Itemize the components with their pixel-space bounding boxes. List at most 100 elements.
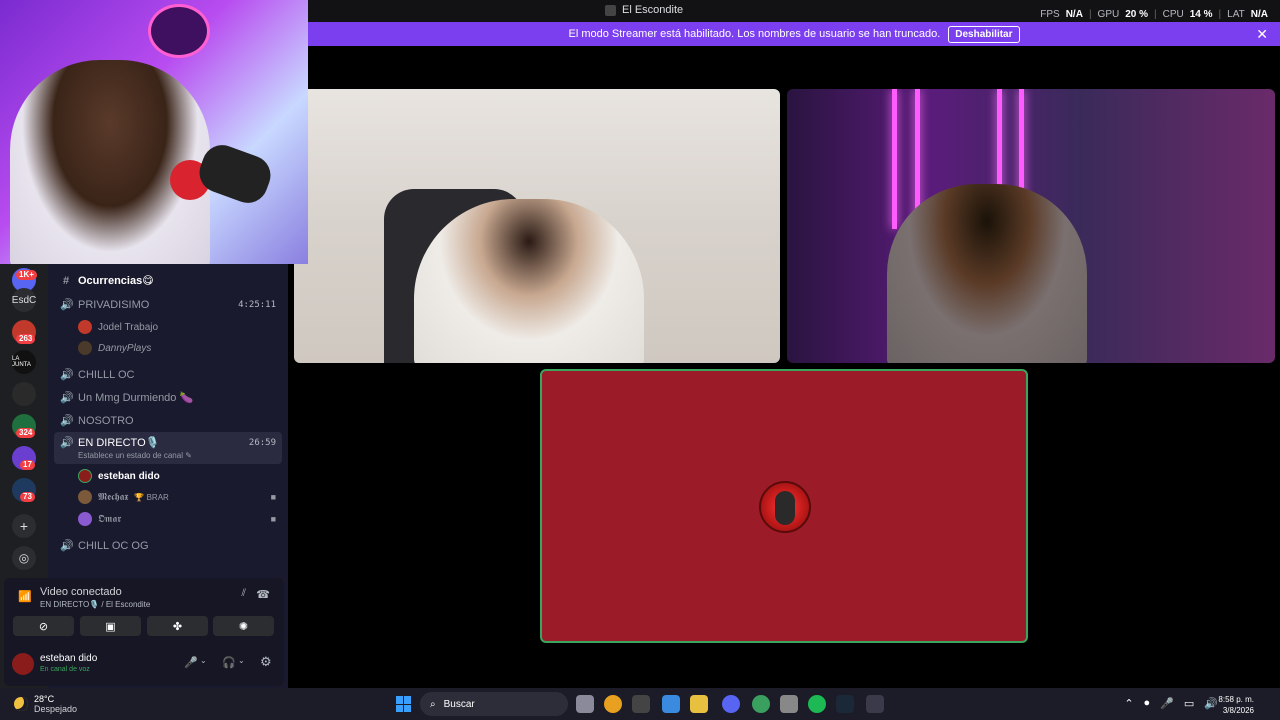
chevron-up-icon[interactable]: ⌃ [1124,697,1133,710]
settings-app-icon[interactable] [780,695,798,713]
server-icon[interactable]: EsdC [12,288,36,312]
speaker-icon: 🔊 [60,540,74,552]
taskbar-search[interactable]: ⌕ Buscar [420,692,568,716]
mention-badge: 1K+ [16,270,37,280]
signal-icon: 📶 [18,591,32,603]
browser-icon[interactable] [752,695,770,713]
camera-off-icon: ⊘ [38,620,49,633]
disconnect-icon[interactable]: ☎ [256,588,270,601]
activities-icon: ✤ [172,620,183,633]
headphones-icon[interactable]: 🎧 [222,656,236,669]
add-server-icon[interactable]: + [12,514,36,538]
server-icon[interactable]: 73 [12,478,36,502]
chevron-down-icon[interactable]: ⌄ [238,656,245,665]
avatar [78,490,92,504]
chevron-down-icon[interactable]: ⌄ [200,656,207,665]
volume-icon[interactable]: 🔊 [1204,697,1218,710]
microphone-icon[interactable]: 🎤 [1160,697,1174,710]
clock[interactable]: 8:58 p. m. 3/8/2026 [1218,694,1254,716]
participant-video [887,184,1087,363]
user-tag: 🏆 BRAR [134,492,169,502]
search-label: Buscar [443,698,475,710]
text-channel-ocurrencias[interactable]: # Ocurrencias😋 [60,274,154,288]
fps-value: N/A [1065,9,1083,20]
video-tile-1[interactable] [294,89,780,363]
voice-user[interactable]: Jodel Trabajo [78,320,158,334]
windows-start-icon[interactable] [396,696,412,712]
voice-channel-nosotro[interactable]: 🔊 NOSOTRO [60,414,134,428]
disable-streamer-button[interactable]: Deshabilitar [948,25,1020,43]
cpu-value: 14 % [1189,9,1213,20]
hash-icon: # [62,274,70,287]
voice-user[interactable]: 𝕸𝖊𝖈𝖍𝖆𝖝 🏆 BRAR [78,490,169,504]
video-tile-2[interactable] [787,89,1275,363]
activities-button[interactable]: ✤ [147,616,208,636]
window-title: El Escondite [605,4,683,16]
weather-widget[interactable]: 28°C Despejado [14,694,77,714]
server-icon[interactable] [12,382,36,406]
speaker-icon: 🔊 [60,437,74,449]
webcam-overlay [0,0,308,264]
user-name: 𝕺𝖒𝖆𝖗 [98,513,122,525]
discover-icon[interactable]: ◎ [12,546,36,570]
spotify-icon[interactable] [808,695,826,713]
banner-text: El modo Streamer está habilitado. Los no… [568,28,941,40]
server-icon[interactable]: 17 [12,446,36,470]
microphone-icon[interactable]: 🎤 [184,656,198,669]
voice-channel-chilll[interactable]: 🔊 CHILLL OC [60,368,134,382]
voice-status-sub[interactable]: EN DIRECTO🎙️ / El Escondite [40,600,150,609]
avatar [78,320,92,334]
fps-label: FPS [1040,9,1060,20]
channel-label: EN DIRECTO🎙️ [78,437,160,449]
channel-label: Un Mmg Durmiendo 🍆 [78,392,194,404]
video-stage [288,46,1280,688]
gear-icon[interactable]: ⚙ [260,654,272,670]
mention-badge: 263 [16,334,36,344]
file-explorer-icon[interactable] [690,695,708,713]
server-icon[interactable]: 324 [12,414,36,438]
voice-user[interactable]: 𝕺𝖒𝖆𝖗 [78,512,121,526]
channel-label: Ocurrencias😋 [78,275,154,287]
soundboard-button[interactable]: ✺ [213,616,274,636]
gpu-value: 20 % [1125,9,1149,20]
task-view-icon[interactable] [576,695,594,713]
avatar [78,341,92,355]
clock-date: 3/8/2026 [1222,706,1254,715]
steam-icon[interactable] [836,695,854,713]
taskbar: 28°C Despejado ⌕ Buscar ⌃ ● 🎤 ▭ 🔊 8:58 p… [0,688,1280,720]
chrome-icon[interactable] [604,695,622,713]
participant-video [414,199,644,363]
channel-status[interactable]: Establece un estado de canal ✎ [78,451,192,460]
lat-value: N/A [1250,9,1268,20]
close-icon[interactable]: ✕ [1256,26,1268,43]
camera-toggle-button[interactable]: ⊘ [13,616,74,636]
voice-channel-mmg[interactable]: 🔊 Un Mmg Durmiendo 🍆 [60,391,193,404]
neon-logo [148,4,210,58]
server-icon[interactable]: LA JUNTA [12,350,36,374]
obs-icon[interactable] [866,695,884,713]
moon-icon [14,697,28,711]
voice-channel-chill-og[interactable]: 🔊 CHILL OC OG [60,539,149,553]
tray-app-icon[interactable]: ● [1144,697,1151,710]
avatar[interactable] [12,653,34,675]
server-icon[interactable]: 263 [12,320,36,344]
screen-share-icon: ▣ [105,620,116,633]
discord-icon[interactable] [722,695,740,713]
noise-suppression-icon[interactable]: ⫽ [242,588,246,599]
user-name: esteban dido [98,470,160,482]
search-icon: ⌕ [430,698,436,710]
gpu-label: GPU [1097,9,1120,20]
channel-label: CHILL OC OG [78,539,149,552]
screen-share-button[interactable]: ▣ [80,616,141,636]
mention-badge: 324 [16,428,36,438]
app-icon[interactable] [632,695,650,713]
voice-channel-privadisimo[interactable]: 🔊 PRIVADISIMO [60,298,149,312]
user-name: Jodel Trabajo [98,321,159,333]
voice-channel-en-directo[interactable]: 🔊 EN DIRECTO🎙️ [60,436,159,449]
store-icon[interactable] [662,695,680,713]
window-title-text: El Escondite [622,4,684,16]
voice-user[interactable]: DannyPlays [78,341,151,355]
voice-user[interactable]: esteban dido [78,469,160,483]
network-icon[interactable]: ▭ [1184,697,1194,710]
video-tile-speaking[interactable] [540,369,1028,643]
